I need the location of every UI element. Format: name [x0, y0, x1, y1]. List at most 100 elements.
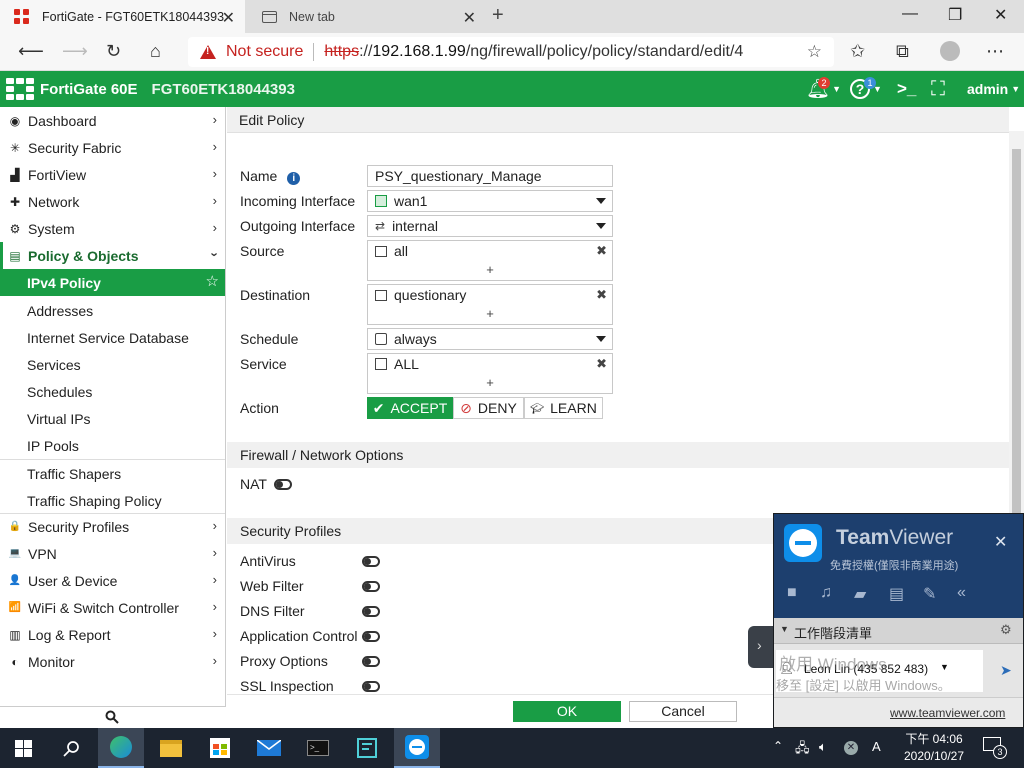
- sidebar-item-services[interactable]: Services: [0, 351, 225, 378]
- collapse-arrow-icon[interactable]: ▼: [780, 624, 789, 634]
- video-icon[interactable]: ■: [787, 584, 797, 602]
- collections-icon[interactable]: ⧉: [896, 41, 909, 62]
- chat-icon[interactable]: ▰: [854, 584, 866, 604]
- notifications-button[interactable]: 🔔︎ 2 ▼: [806, 71, 841, 107]
- sidebar-item-ipv4-policy[interactable]: IPv4 Policy ☆: [0, 269, 225, 296]
- app-taskbar-icon[interactable]: [344, 728, 390, 768]
- nat-toggle[interactable]: [274, 479, 292, 490]
- search-button[interactable]: [48, 728, 94, 768]
- source-field[interactable]: all ✖ +: [367, 240, 613, 281]
- cli-console-icon[interactable]: >_: [897, 71, 916, 107]
- sidebar-item-traffic-shaping-policy[interactable]: Traffic Shaping Policy: [0, 487, 225, 514]
- volume-tray-icon[interactable]: 🔈︎: [819, 739, 827, 755]
- favorite-star-icon[interactable]: ☆: [807, 42, 822, 62]
- refresh-button[interactable]: ↻: [106, 41, 121, 62]
- tab-close-icon[interactable]: ✕: [463, 8, 476, 28]
- sidebar-item-wifi-switch[interactable]: 📶 WiFi & Switch Controller ›: [0, 594, 225, 621]
- sidebar-item-addresses[interactable]: Addresses: [0, 297, 225, 324]
- files-icon[interactable]: ▤: [889, 584, 904, 604]
- teamviewer-status-icon[interactable]: ✕: [844, 741, 858, 755]
- minimize-button[interactable]: —: [902, 5, 918, 23]
- teamviewer-link[interactable]: www.teamviewer.com: [890, 706, 1005, 720]
- add-icon[interactable]: +: [368, 376, 612, 389]
- add-icon[interactable]: +: [368, 263, 612, 276]
- sidebar-item-monitor[interactable]: ◐ Monitor ›: [0, 648, 225, 675]
- clock[interactable]: 下午 04:06 2020/10/27: [890, 731, 978, 765]
- tray-overflow-icon[interactable]: ⌃: [773, 739, 783, 753]
- sidebar-item-dashboard[interactable]: ◉ Dashboard ›: [0, 107, 225, 134]
- tab-new-tab[interactable]: New tab ✕: [248, 0, 486, 33]
- mail-taskbar-icon[interactable]: [246, 728, 292, 768]
- proxy-options-toggle[interactable]: [362, 656, 380, 667]
- session-entry[interactable]: 👤︎ Leon Lin (435 852 483) ▼ 啟用 Windows 移…: [776, 650, 983, 693]
- headset-icon[interactable]: ♫: [820, 584, 832, 602]
- teamviewer-close-icon[interactable]: ✕: [994, 532, 1007, 552]
- security-warning[interactable]: Not secure: [200, 43, 303, 61]
- admin-menu[interactable]: admin ▼: [967, 71, 1020, 107]
- outgoing-interface-select[interactable]: ⇄ internal: [367, 215, 613, 237]
- incoming-interface-select[interactable]: wan1: [367, 190, 613, 212]
- web-filter-toggle[interactable]: [362, 581, 380, 592]
- window-close-button[interactable]: ✕: [994, 5, 1007, 25]
- antivirus-toggle[interactable]: [362, 556, 380, 567]
- sidebar-item-policy-objects[interactable]: ▤ Policy & Objects ›: [0, 242, 225, 269]
- restore-button[interactable]: ❐: [948, 5, 962, 25]
- info-icon[interactable]: i: [287, 172, 301, 185]
- cancel-button[interactable]: Cancel: [629, 701, 737, 722]
- network-tray-icon[interactable]: 🖧︎: [795, 739, 810, 761]
- sidebar-item-internet-service-database[interactable]: Internet Service Database: [0, 324, 225, 351]
- sidebar-item-security-fabric[interactable]: ✳ Security Fabric ›: [0, 134, 225, 161]
- remove-icon[interactable]: ✖: [596, 243, 607, 259]
- remove-icon[interactable]: ✖: [596, 356, 607, 372]
- ok-button[interactable]: OK: [513, 701, 621, 722]
- accept-button[interactable]: ✔ ACCEPT: [367, 397, 453, 419]
- tab-fortigate[interactable]: FortiGate - FGT60ETK18044393 ✕: [0, 0, 245, 33]
- favorite-star-icon[interactable]: ☆: [206, 272, 219, 290]
- help-button[interactable]: ? 1 ▼: [850, 71, 882, 107]
- file-explorer-taskbar-icon[interactable]: [148, 728, 194, 768]
- new-tab-button[interactable]: +: [492, 4, 504, 27]
- sidebar-item-vpn[interactable]: 💻 VPN ›: [0, 540, 225, 567]
- gear-icon[interactable]: ⚙: [1000, 622, 1012, 638]
- dns-filter-toggle[interactable]: [362, 606, 380, 617]
- add-icon[interactable]: +: [368, 307, 612, 320]
- ime-indicator[interactable]: A: [872, 739, 881, 754]
- schedule-select[interactable]: always: [367, 328, 613, 350]
- double-chevron-left-icon[interactable]: «: [957, 584, 966, 602]
- start-button[interactable]: [0, 728, 46, 768]
- sidebar-item-traffic-shapers[interactable]: Traffic Shapers: [0, 460, 225, 487]
- back-button[interactable]: ⟵: [18, 41, 44, 62]
- profile-avatar[interactable]: [940, 41, 960, 61]
- teamviewer-taskbar-icon[interactable]: [394, 728, 440, 768]
- remove-icon[interactable]: ✖: [596, 287, 607, 303]
- action-center-button[interactable]: 3: [983, 737, 1007, 759]
- application-control-toggle[interactable]: [362, 631, 380, 642]
- service-field[interactable]: ALL ✖ +: [367, 353, 613, 394]
- sidebar-item-fortiview[interactable]: ▟ FortiView ›: [0, 161, 225, 188]
- learn-button[interactable]: 🎓︎ LEARN: [524, 397, 603, 419]
- store-taskbar-icon[interactable]: [197, 728, 243, 768]
- deny-button[interactable]: ⊘ DENY: [453, 397, 524, 419]
- teamviewer-collapse-tab[interactable]: ›: [748, 626, 774, 668]
- sidebar-item-security-profiles[interactable]: 🔒 Security Profiles ›: [0, 513, 225, 540]
- sidebar-item-virtual-ips[interactable]: Virtual IPs: [0, 405, 225, 432]
- home-button[interactable]: ⌂: [150, 41, 161, 62]
- sidebar-item-system[interactable]: ⚙ System ›: [0, 215, 225, 242]
- forward-button[interactable]: ⟶: [62, 41, 88, 62]
- ssl-inspection-toggle[interactable]: [362, 681, 380, 692]
- url-field[interactable]: Not secure https :// 192.168.1.99 /ng/fi…: [188, 37, 834, 67]
- terminal-taskbar-icon[interactable]: >_: [295, 728, 341, 768]
- more-menu-icon[interactable]: ⋯: [986, 41, 1004, 62]
- tab-close-icon[interactable]: ✕: [222, 8, 235, 28]
- destination-field[interactable]: questionary ✖ +: [367, 284, 613, 325]
- sidebar-item-log-report[interactable]: ▥ Log & Report ›: [0, 621, 225, 648]
- sidebar-item-schedules[interactable]: Schedules: [0, 378, 225, 405]
- sidebar-item-user-device[interactable]: 👤 User & Device ›: [0, 567, 225, 594]
- name-input[interactable]: PSY_questionary_Manage: [367, 165, 613, 187]
- tools-icon[interactable]: ✎: [923, 584, 936, 604]
- sidebar-item-ip-pools[interactable]: IP Pools: [0, 432, 225, 459]
- favorites-icon[interactable]: ✩: [850, 41, 865, 62]
- sidebar-search[interactable]: [0, 706, 226, 728]
- edge-taskbar-icon[interactable]: [98, 728, 144, 768]
- sidebar-item-network[interactable]: ✚ Network ›: [0, 188, 225, 215]
